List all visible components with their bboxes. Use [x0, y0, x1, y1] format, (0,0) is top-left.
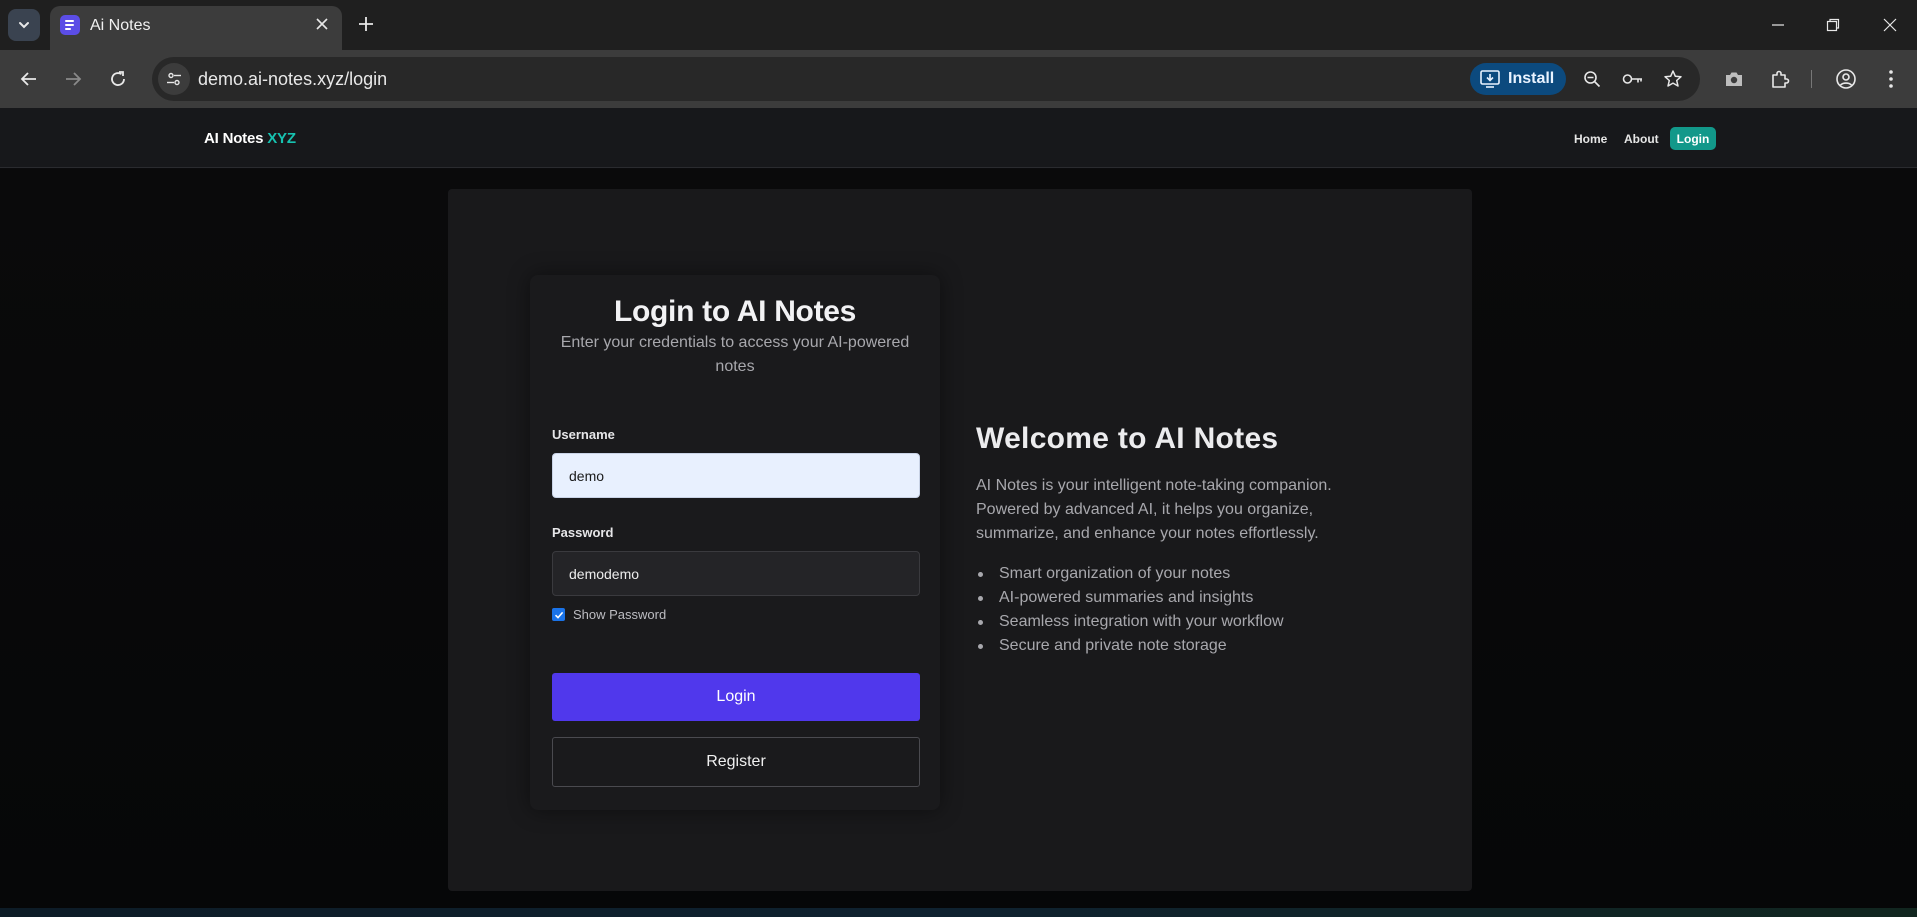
browser-tabstrip: Ai Notes	[0, 0, 1917, 50]
tune-icon	[167, 72, 181, 86]
back-button[interactable]	[13, 63, 45, 95]
screenshot-button[interactable]	[1718, 63, 1750, 95]
site-header: AI Notes XYZ Home About Login	[0, 108, 1917, 168]
feature-item: Smart organization of your notes	[976, 562, 1284, 586]
profile-button[interactable]	[1830, 63, 1862, 95]
close-icon	[1883, 18, 1897, 32]
tab-search-button[interactable]	[8, 9, 40, 41]
zoom-out-icon	[1584, 71, 1601, 88]
feature-item: AI-powered summaries and insights	[976, 586, 1284, 610]
star-icon	[1664, 70, 1682, 87]
feature-item: Seamless integration with your workflow	[976, 610, 1284, 634]
login-title: Login to AI Notes	[613, 295, 857, 328]
chevron-down-icon	[19, 22, 29, 29]
site-info-button[interactable]	[158, 63, 190, 95]
arrow-left-icon	[20, 72, 36, 86]
plus-icon	[359, 17, 373, 31]
url-text[interactable]: demo.ai-notes.xyz/login	[198, 69, 387, 90]
welcome-description: AI Notes is your intelligent note-taking…	[976, 477, 1332, 542]
minimize-button[interactable]	[1758, 10, 1798, 40]
browser-tab[interactable]: Ai Notes	[50, 6, 342, 50]
password-label: Password	[552, 525, 614, 540]
restore-button[interactable]	[1813, 10, 1853, 40]
browser-menu-button[interactable]	[1875, 63, 1907, 95]
address-bar[interactable]: demo.ai-notes.xyz/login Install	[152, 57, 1700, 101]
close-window-button[interactable]	[1870, 10, 1910, 40]
install-label: Install	[1508, 70, 1555, 87]
show-password-toggle[interactable]: Show Password	[552, 607, 666, 622]
close-icon	[316, 18, 328, 30]
show-password-label: Show Password	[573, 607, 667, 622]
tab-title: Ai Notes	[90, 17, 151, 34]
brand-accent: XYZ	[267, 130, 296, 147]
more-vertical-icon	[1889, 70, 1893, 88]
nav-home-link[interactable]: Home	[1574, 132, 1607, 146]
browser-toolbar: demo.ai-notes.xyz/login Install	[0, 50, 1917, 108]
notes-favicon-icon	[60, 15, 80, 35]
login-form: Login to AI Notes Enter your credentials…	[530, 275, 940, 810]
restore-icon	[1826, 18, 1840, 32]
username-label: Username	[552, 427, 615, 442]
reload-button[interactable]	[102, 63, 134, 95]
key-icon	[1622, 74, 1642, 84]
install-icon	[1480, 70, 1500, 88]
minimize-icon	[1772, 24, 1784, 26]
show-password-checkbox[interactable]	[552, 608, 565, 621]
install-app-button[interactable]: Install	[1470, 63, 1566, 95]
reload-icon	[111, 71, 125, 86]
account-icon	[1836, 69, 1856, 89]
forward-button[interactable]	[57, 63, 89, 95]
toolbar-separator	[1811, 70, 1812, 88]
welcome-title: Welcome to AI Notes	[976, 422, 1279, 455]
bookmark-button[interactable]	[1659, 65, 1687, 93]
register-button[interactable]: Register	[552, 737, 920, 787]
camera-icon	[1726, 72, 1742, 86]
zoom-button[interactable]	[1578, 65, 1606, 93]
brand-logo[interactable]: AI Notes XYZ	[204, 130, 296, 147]
puzzle-icon	[1772, 70, 1790, 88]
new-tab-button[interactable]	[352, 10, 380, 38]
nav-about-link[interactable]: About	[1624, 132, 1659, 146]
extensions-button[interactable]	[1764, 63, 1796, 95]
bottom-edge	[0, 908, 1917, 917]
passwords-button[interactable]	[1619, 65, 1647, 93]
feature-list: Smart organization of your notes AI-powe…	[976, 562, 1284, 658]
tab-close-button[interactable]	[310, 12, 334, 36]
feature-item: Secure and private note storage	[976, 634, 1284, 658]
nav-login-button[interactable]: Login	[1670, 127, 1716, 150]
password-input[interactable]: demodemo	[552, 551, 920, 596]
login-button[interactable]: Login	[552, 673, 920, 721]
arrow-right-icon	[66, 72, 82, 86]
login-subtitle: Enter your credentials to access your AI…	[560, 334, 910, 375]
username-input[interactable]: demo	[552, 453, 920, 498]
checkmark-icon	[554, 611, 563, 619]
brand-name: AI Notes	[204, 130, 264, 147]
